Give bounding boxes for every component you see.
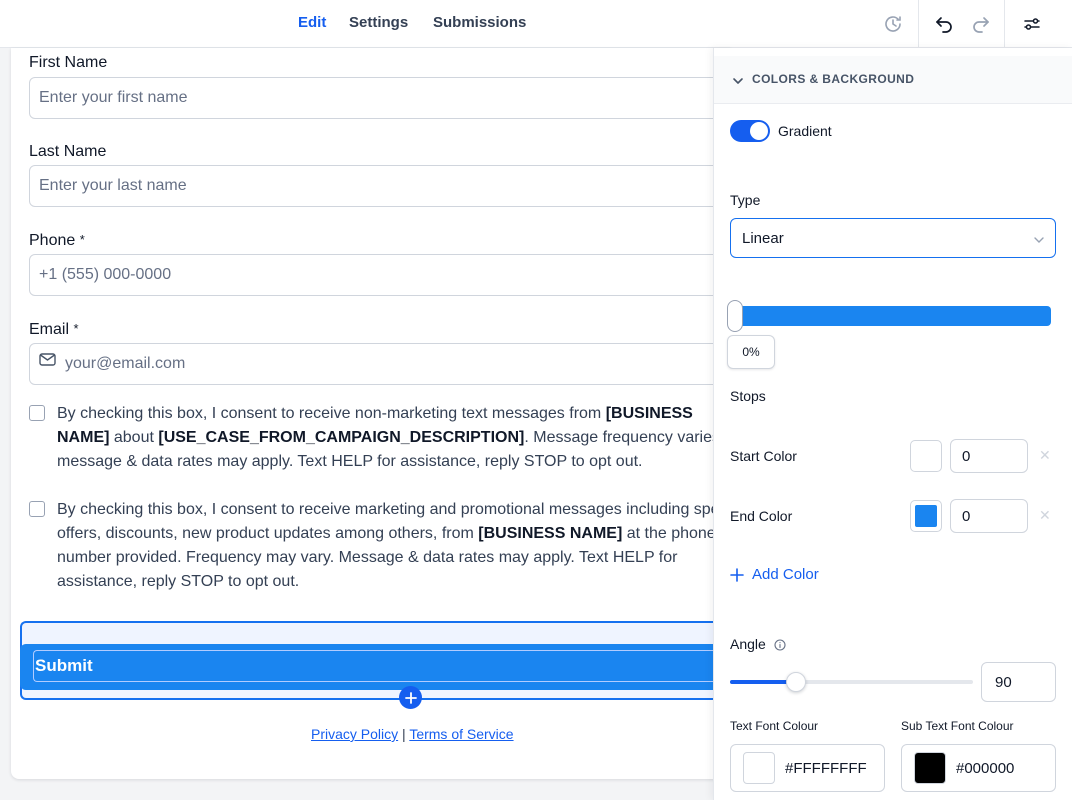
angle-input[interactable]: 90 bbox=[981, 662, 1056, 702]
last-name-label: Last Name bbox=[29, 143, 107, 160]
business-name-token: [BUSINESS NAME] bbox=[478, 525, 623, 542]
email-placeholder: your@email.com bbox=[65, 355, 186, 372]
sliders-icon[interactable] bbox=[1020, 12, 1044, 36]
angle-slider[interactable] bbox=[730, 672, 973, 692]
first-name-label: First Name bbox=[29, 54, 108, 71]
start-color-label: Start Color bbox=[730, 448, 797, 464]
swatch-fill bbox=[915, 505, 937, 527]
divider bbox=[918, 0, 919, 48]
add-block-button[interactable] bbox=[399, 686, 422, 709]
consent-part: about bbox=[109, 429, 159, 446]
link-separator: | bbox=[402, 726, 406, 742]
section-title: COLORS & BACKGROUND bbox=[752, 72, 915, 86]
start-color-swatch[interactable] bbox=[910, 440, 942, 472]
tab-edit[interactable]: Edit bbox=[298, 14, 326, 31]
phone-label: Phone * bbox=[29, 232, 85, 250]
end-color-swatch[interactable] bbox=[910, 500, 942, 532]
email-label: Email * bbox=[29, 321, 79, 339]
stops-label: Stops bbox=[730, 388, 766, 404]
angle-slider-thumb[interactable] bbox=[785, 672, 806, 692]
footer-links: Privacy Policy | Terms of Service bbox=[311, 726, 514, 742]
email-label-text: Email bbox=[29, 321, 70, 338]
terms-of-service-link[interactable]: Terms of Service bbox=[409, 726, 513, 742]
swatch-fill bbox=[915, 445, 937, 467]
colour-swatch bbox=[743, 752, 775, 784]
last-name-input[interactable]: Enter your last name bbox=[29, 165, 729, 207]
submit-label: Submit bbox=[33, 650, 731, 682]
submit-block-selected[interactable]: Submit bbox=[20, 621, 731, 700]
redo-icon[interactable] bbox=[969, 12, 993, 36]
text-font-colour-label: Text Font Colour bbox=[730, 719, 819, 733]
chevron-down-icon bbox=[732, 74, 744, 92]
divider bbox=[1004, 0, 1005, 48]
required-marker: * bbox=[73, 321, 79, 336]
text-font-colour-picker[interactable]: #FFFFFFFF bbox=[730, 744, 885, 792]
consent-text-transactional: By checking this box, I consent to recei… bbox=[57, 402, 731, 474]
end-color-position-input[interactable]: 0 bbox=[950, 499, 1028, 533]
start-color-position-input[interactable]: 0 bbox=[950, 439, 1028, 473]
angle-label: Angle bbox=[730, 636, 766, 652]
plus-icon bbox=[404, 691, 417, 704]
gradient-toggle[interactable] bbox=[730, 120, 770, 142]
info-icon[interactable] bbox=[774, 638, 786, 656]
phone-label-text: Phone bbox=[29, 232, 76, 249]
sub-text-font-colour-picker[interactable]: #000000 bbox=[901, 744, 1056, 792]
gradient-stop-handle[interactable] bbox=[727, 300, 743, 332]
consent-checkbox-marketing[interactable] bbox=[29, 501, 45, 517]
first-name-input[interactable]: Enter your first name bbox=[29, 77, 729, 119]
text-font-colour-value: #FFFFFFFF bbox=[785, 760, 867, 777]
use-case-token: [USE_CASE_FROM_CAMPAIGN_DESCRIPTION] bbox=[158, 429, 525, 446]
chevron-down-icon bbox=[1033, 233, 1045, 250]
add-color-button[interactable]: Add Color bbox=[730, 566, 819, 583]
required-marker: * bbox=[79, 232, 85, 247]
colour-swatch bbox=[914, 752, 946, 784]
remove-start-color-icon[interactable]: ✕ bbox=[1039, 447, 1051, 464]
style-panel: COLORS & BACKGROUND Gradient Type Linear… bbox=[713, 48, 1072, 800]
gradient-type-select[interactable]: Linear bbox=[730, 218, 1056, 258]
tab-settings[interactable]: Settings bbox=[349, 14, 408, 31]
sub-text-font-colour-label: Sub Text Font Colour bbox=[901, 719, 1014, 733]
consent-text-marketing: By checking this box, I consent to recei… bbox=[57, 498, 731, 594]
remove-end-color-icon[interactable]: ✕ bbox=[1039, 507, 1051, 524]
submit-button[interactable]: Submit bbox=[20, 644, 731, 690]
gradient-preview-bar[interactable] bbox=[730, 306, 1051, 326]
stop-position-chip: 0% bbox=[727, 335, 775, 369]
end-color-label: End Color bbox=[730, 508, 793, 524]
form-canvas: First Name Enter your first name Last Na… bbox=[11, 48, 731, 779]
email-input[interactable]: your@email.com bbox=[29, 343, 729, 385]
add-color-label: Add Color bbox=[752, 566, 819, 583]
privacy-policy-link[interactable]: Privacy Policy bbox=[311, 726, 398, 742]
history-icon[interactable] bbox=[881, 12, 905, 36]
consent-part: By checking this box, I consent to recei… bbox=[57, 405, 606, 422]
undo-icon[interactable] bbox=[932, 12, 956, 36]
tab-submissions[interactable]: Submissions bbox=[433, 14, 526, 31]
section-header-colors[interactable]: COLORS & BACKGROUND bbox=[714, 56, 1072, 104]
sub-text-font-colour-value: #000000 bbox=[956, 760, 1015, 777]
toggle-knob bbox=[750, 122, 768, 140]
top-bar: Edit Settings Submissions bbox=[0, 0, 1072, 48]
mail-icon bbox=[39, 353, 56, 371]
gradient-type-value: Linear bbox=[742, 230, 784, 247]
consent-checkbox-transactional[interactable] bbox=[29, 405, 45, 421]
gradient-label: Gradient bbox=[778, 123, 832, 139]
phone-input[interactable]: +1 (555) 000-0000 bbox=[29, 254, 729, 296]
type-label: Type bbox=[730, 192, 761, 208]
plus-icon bbox=[730, 567, 744, 582]
